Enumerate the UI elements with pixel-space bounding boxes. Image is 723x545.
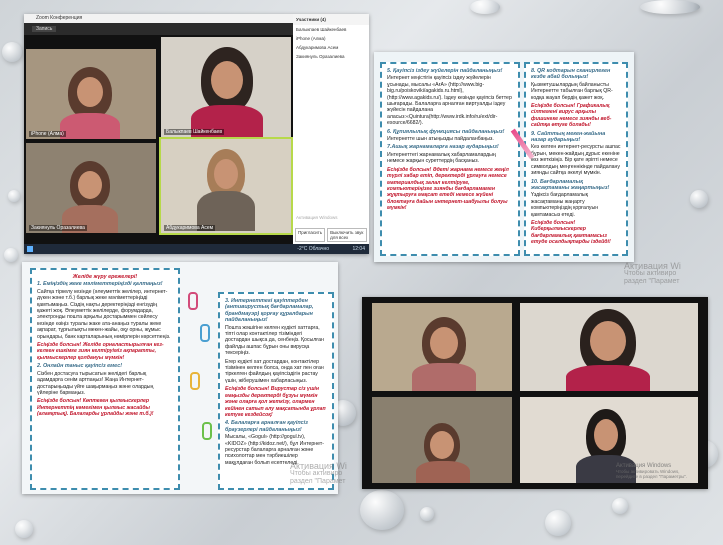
invite-button[interactable]: Пригласить (295, 228, 326, 242)
participant-list-item[interactable]: iPhone (Алма) (293, 34, 369, 43)
video-tile[interactable]: Закиянуль Оразалиева (26, 143, 156, 233)
participant-name: Абдукаримова Асем (164, 225, 216, 231)
water-drop (360, 490, 404, 530)
card-text: Егер күдікті хат достардан, контактілер … (225, 358, 324, 384)
card-heading: 8. QR кодтарын сканирлеген кезде абай бо… (531, 68, 611, 81)
record-button[interactable]: Запись (32, 26, 57, 32)
paperclip-decoration (190, 372, 200, 390)
card-text: Интернетте шын атыңызды пайдаланбаңыз. (387, 136, 494, 143)
video-tile[interactable]: Балыкпаев Шайкенбаев (161, 37, 291, 137)
water-drop (545, 510, 571, 536)
card-heading: 2. Онлайн таныс қауіпсіз емес! (37, 363, 123, 370)
paperclip-decoration (188, 292, 198, 310)
card-heading: 10. Бағдарламалық жасақтаманы жаңартыңыз… (531, 178, 610, 191)
card-text: Кез келген интернет-ресурсты ашпас бұрын… (531, 144, 621, 177)
windows-activation-watermark: Активация Wi Чтобы активиро раздел "Пара… (624, 262, 681, 286)
card-text: Интернеттегі жарнамалық хабарламалардың … (387, 151, 496, 165)
card-heading: 7.Ашық жарнамаларға назар аударыңыз! (387, 144, 499, 151)
card-heading: 9. Сайттың мекен-жайына назар аударыңыз! (531, 130, 606, 144)
warning-text: Есіңізде болсын! Киберқылмыскерлер бағда… (531, 219, 611, 246)
participants-panel: Участники (4) Балыкпаев Шайкенбаев iPhon… (293, 14, 369, 254)
water-drop (470, 0, 500, 14)
video-tile[interactable] (372, 397, 512, 483)
info-panel-right: 5. Қауіпсіз іздеу жүйелерін пайдаланыңыз… (374, 52, 634, 262)
watermark-line: Активация Wi (624, 261, 681, 271)
watermark-line: Активация Wi (290, 461, 347, 471)
water-drop (612, 498, 628, 514)
windows-activation-watermark: Активация Windows Чтобы активировать Win… (616, 463, 694, 479)
info-card-8-10: 8. QR кодтарын сканирлеген кезде абай бо… (524, 62, 628, 256)
card-text: Қызметушылардың байланысты Интернетте та… (531, 81, 613, 101)
video-tile[interactable]: Активация Windows Чтобы активировать Win… (520, 397, 698, 483)
watermark-line: Чтобы активиро (624, 270, 677, 277)
zoom-window-bottom: Активация Windows Чтобы активировать Win… (362, 297, 708, 489)
info-card-1-2: Желіде жүру ережелері! 1. Еміңіздің жеке… (30, 268, 180, 490)
participant-list-item[interactable]: Закиянуль Оразалиева (293, 52, 369, 61)
participant-name: Закиянуль Оразалиева (29, 225, 87, 231)
warning-text: Есіңізде болсын! Графикалық сілтемені ви… (531, 103, 612, 129)
participants-panel-title: Участники (4) (293, 14, 369, 25)
water-drop (15, 520, 33, 538)
card-text: Пошта жәшігіне келген күдікті хаттарға, … (225, 324, 324, 357)
video-tile[interactable]: iPhone (Алма) (26, 49, 156, 139)
video-tile-active[interactable]: Абдукаримова Асем (159, 137, 293, 235)
card-title: Желіде жүру ережелері! (72, 274, 138, 280)
water-drop (2, 42, 22, 62)
water-drop (690, 190, 708, 208)
paperclip-decoration (200, 324, 210, 342)
card-text: Сайтқа тіркелу кезінде (әлеуметтік желіл… (37, 288, 171, 340)
warning-text: Есіңізде болсын! Желіде орналастырылған … (37, 342, 164, 361)
warning-text: Есіңізде болсын! Әдеті жарнама немесе же… (387, 166, 509, 212)
card-text: Сізбен достасуға тырысатын желідегі барл… (37, 370, 154, 396)
participant-list-item[interactable]: Абдукаримова Асем (293, 43, 369, 52)
water-drop (4, 248, 18, 262)
info-card-5-7: 5. Қауіпсіз іздеу жүйелерін пайдаланыңыз… (380, 62, 520, 256)
start-icon[interactable] (27, 246, 33, 252)
participant-name: Балыкпаев Шайкенбаев (164, 129, 224, 135)
video-tile[interactable] (520, 303, 698, 391)
zoom-window-top: Zoom Конференция Запись iPhone (Алма) Ба… (24, 14, 369, 254)
windows-activation-watermark: Активация Windows (296, 215, 338, 220)
info-panel-bottom: Желіде жүру ережелері! 1. Еміңіздің жеке… (22, 262, 338, 494)
water-drop (640, 0, 700, 14)
mute-all-button[interactable]: Выключить звук для всех (327, 228, 367, 242)
clock-label: 12:04 (352, 246, 365, 252)
card-text: Интернет кеңістігін қауіпсіз іздеу жүйел… (387, 75, 512, 127)
water-drop (8, 190, 20, 202)
windows-activation-watermark: Активация Wi Чтобы активиро раздел "Пара… (290, 462, 347, 486)
weather-label: -2°C Облачно (297, 246, 329, 252)
video-tile[interactable] (372, 303, 512, 391)
card-heading: 6. Құпиялылық функциясы пайдаланыңыз! (387, 128, 505, 135)
watermark-line: раздел "Парамет (290, 478, 346, 485)
card-text: Үздіксіз бағдарламалық жасақтаманы жаңар… (531, 192, 599, 218)
watermark-line: Чтобы активиро (290, 470, 343, 477)
card-heading: 3. Интернеттегі қауіптерден (антивирусты… (225, 298, 314, 324)
card-heading: 4. Балаларға арналған қауіпсіз браузерле… (225, 420, 308, 433)
water-drop (420, 507, 434, 521)
participant-list-item[interactable]: Балыкпаев Шайкенбаев (293, 25, 369, 34)
windows-taskbar: -2°C Облачно 12:04 (24, 244, 369, 254)
warning-text: Есіңізде болсын! Вирустар сіз үшін маңыз… (225, 386, 326, 418)
warning-text: Есіңізде болсын! Көптеген қылмыскерлер И… (37, 398, 154, 418)
participant-name: iPhone (Алма) (29, 131, 66, 137)
card-heading: 1. Еміңіздің жеке мәліметтеріңізді қалта… (37, 281, 163, 288)
paperclip-decoration (202, 422, 212, 440)
watermark-line: раздел "Парамет (624, 278, 680, 285)
card-heading: 5. Қауіпсіз іздеу жүйелерін пайдаланыңыз… (387, 68, 503, 74)
watermark-line: Чтобы активировать Windows, перейдите в … (616, 469, 688, 479)
zoom-title: Zoom Конференция (36, 15, 83, 21)
